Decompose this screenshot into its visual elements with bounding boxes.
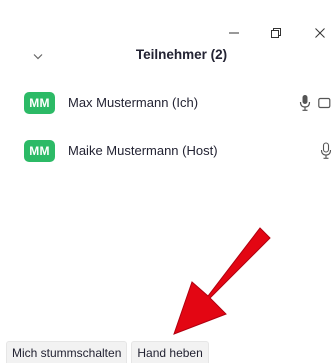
participant-name: Maike Mustermann (Host) <box>68 143 218 158</box>
participants-window: Teilnehmer (2) MM Max Mustermann (Ich) M… <box>0 0 333 363</box>
restore-button[interactable] <box>265 22 287 44</box>
participant-name: Max Mustermann (Ich) <box>68 95 199 110</box>
participants-header: Teilnehmer (2) <box>0 44 333 70</box>
participant-list: MM Max Mustermann (Ich) MM Maike Musterm… <box>0 86 333 182</box>
microphone-icon[interactable] <box>298 94 312 112</box>
minimize-icon <box>229 32 239 34</box>
restore-icon <box>271 28 281 38</box>
raise-hand-button[interactable]: Hand heben <box>131 341 209 363</box>
avatar: MM <box>24 92 55 114</box>
participant-row[interactable]: MM Max Mustermann (Ich) <box>0 86 333 120</box>
mute-me-button[interactable]: Mich stummschalten <box>6 341 128 363</box>
minimize-button[interactable] <box>223 22 245 44</box>
avatar: MM <box>24 140 55 162</box>
close-icon <box>315 28 325 38</box>
participant-row[interactable]: MM Maike Mustermann (Host) <box>0 134 333 168</box>
annotation-arrow-icon <box>173 227 271 335</box>
bottom-toolbar: Mich stummschalten Hand heben <box>6 341 209 363</box>
close-button[interactable] <box>309 22 331 44</box>
microphone-icon[interactable] <box>319 142 333 160</box>
video-icon[interactable] <box>318 97 333 109</box>
panel-title: Teilnehmer (2) <box>135 47 228 62</box>
